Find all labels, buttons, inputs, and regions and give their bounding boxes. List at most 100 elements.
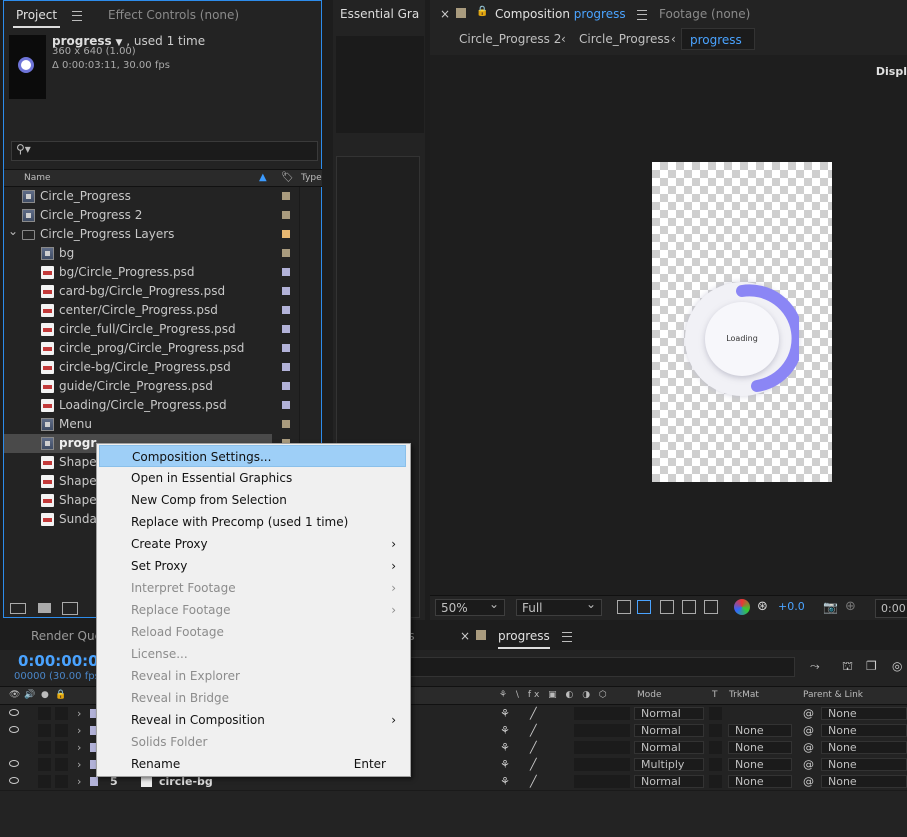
lock-switch[interactable] xyxy=(55,758,68,771)
menu-item-reveal-in-bridge[interactable]: Reveal in Bridge xyxy=(99,687,406,709)
menu-item-rename[interactable]: Rename Enter xyxy=(99,753,406,775)
twirl-chevron-icon[interactable]: › xyxy=(77,756,81,773)
twirl-chevron-icon[interactable]: › xyxy=(77,739,81,756)
transparency-canvas[interactable]: Loading xyxy=(652,162,832,482)
label-color-swatch[interactable] xyxy=(282,325,290,333)
new-composition-icon[interactable] xyxy=(62,602,78,615)
layer-parent-dropdown[interactable]: None xyxy=(821,724,907,737)
menu-item-set-proxy[interactable]: Set Proxy › xyxy=(99,555,406,577)
shy-switch-icon[interactable]: ⚘ xyxy=(500,705,510,722)
menu-item-open-in-essential-graphics[interactable]: Open in Essential Graphics xyxy=(99,467,406,489)
pick-whip-icon[interactable]: @ xyxy=(803,722,814,739)
menu-item-replace-footage[interactable]: Replace Footage › xyxy=(99,599,406,621)
label-tag-icon[interactable]: 🏷 xyxy=(281,170,294,186)
new-folder-icon[interactable] xyxy=(38,603,51,613)
menu-item-interpret-footage[interactable]: Interpret Footage › xyxy=(99,577,406,599)
panel-menu-icon[interactable] xyxy=(71,10,82,21)
label-color-swatch[interactable] xyxy=(282,382,290,390)
pick-whip-icon[interactable]: @ xyxy=(803,756,814,773)
lock-switch[interactable] xyxy=(55,724,68,737)
twirl-chevron-icon[interactable]: › xyxy=(77,705,81,722)
project-item[interactable]: circle-bg/Circle_Progress.psd xyxy=(4,358,304,377)
comp-flowchart-icon[interactable]: ⤳ xyxy=(810,659,820,674)
quality-switch-icon[interactable]: ╱ xyxy=(530,722,537,739)
shy-switch-icon[interactable]: ⚘ xyxy=(500,722,510,739)
quality-switch-icon[interactable]: ╱ xyxy=(530,756,537,773)
project-item[interactable]: circle_prog/Circle_Progress.psd xyxy=(4,339,304,358)
visibility-eye-icon[interactable] xyxy=(9,777,19,784)
layer-mode-dropdown[interactable]: Normal xyxy=(634,775,704,788)
sort-ascending-icon[interactable]: ▲ xyxy=(259,170,267,186)
layer-mode-dropdown[interactable]: Normal xyxy=(634,741,704,754)
layer-trkmat-dropdown[interactable]: None xyxy=(728,724,792,737)
menu-item-reveal-in-composition[interactable]: Reveal in Composition › xyxy=(99,709,406,731)
close-icon[interactable]: × xyxy=(440,0,450,28)
solo-switch[interactable] xyxy=(38,775,51,788)
tab-project[interactable]: Project xyxy=(13,1,82,28)
layer-trkmat-dropdown[interactable]: None xyxy=(728,775,792,788)
label-color-swatch[interactable] xyxy=(282,230,290,238)
shy-switch-icon[interactable]: ⚘ xyxy=(500,773,510,790)
interpret-footage-icon[interactable] xyxy=(10,603,26,614)
pick-whip-icon[interactable]: @ xyxy=(803,705,814,722)
layer-parent-dropdown[interactable]: None xyxy=(821,707,907,720)
region-of-interest-icon[interactable] xyxy=(682,600,696,614)
label-color-swatch[interactable] xyxy=(282,249,290,257)
label-color-swatch[interactable] xyxy=(282,306,290,314)
menu-item-license[interactable]: License... xyxy=(99,643,406,665)
tab-footage[interactable]: Footage (none) xyxy=(659,0,750,28)
menu-item-composition-settings[interactable]: Composition Settings... xyxy=(99,445,406,467)
tab-effect-controls[interactable]: Effect Controls (none) xyxy=(108,1,239,27)
lock-switch[interactable] xyxy=(55,775,68,788)
column-name[interactable]: Name xyxy=(24,170,51,186)
label-color-swatch[interactable] xyxy=(282,192,290,200)
solo-switch[interactable] xyxy=(38,741,51,754)
layer-label-swatch[interactable] xyxy=(90,777,98,786)
pick-whip-icon[interactable]: @ xyxy=(803,739,814,756)
layer-parent-dropdown[interactable]: None xyxy=(821,758,907,771)
twirl-chevron-icon[interactable]: › xyxy=(77,722,81,739)
timeline-close-icon[interactable]: × xyxy=(460,622,470,650)
pick-whip-icon[interactable]: @ xyxy=(803,773,814,790)
layer-mode-dropdown[interactable]: Normal xyxy=(634,724,704,737)
project-item[interactable]: circle_full/Circle_Progress.psd xyxy=(4,320,304,339)
composition-viewer[interactable]: Displ Loading xyxy=(430,55,907,595)
frame-blending-icon[interactable]: ❐ xyxy=(866,659,877,673)
project-item[interactable]: Loading/Circle_Progress.psd xyxy=(4,396,304,415)
layer-trkmat-dropdown[interactable]: None xyxy=(728,741,792,754)
label-color-swatch[interactable] xyxy=(282,344,290,352)
menu-item-create-proxy[interactable]: Create Proxy › xyxy=(99,533,406,555)
lock-switch[interactable] xyxy=(55,741,68,754)
breadcrumb-circle-progress[interactable]: Circle_Progress xyxy=(579,28,670,50)
menu-item-solids-folder[interactable]: Solids Folder xyxy=(99,731,406,753)
draft-3d-icon[interactable]: ⛫ xyxy=(842,659,853,675)
label-color-swatch[interactable] xyxy=(282,268,290,276)
mask-visibility-icon[interactable] xyxy=(660,600,674,614)
project-item[interactable]: guide/Circle_Progress.psd xyxy=(4,377,304,396)
menu-item-reload-footage[interactable]: Reload Footage xyxy=(99,621,406,643)
quality-switch-icon[interactable]: ╱ xyxy=(530,773,537,790)
layer-parent-dropdown[interactable]: None xyxy=(821,741,907,754)
tab-timeline-progress[interactable]: progress xyxy=(498,622,572,650)
preserve-transparency-box[interactable] xyxy=(709,758,722,771)
label-color-swatch[interactable] xyxy=(282,420,290,428)
breadcrumb-progress[interactable]: progress xyxy=(681,28,755,50)
project-item[interactable]: bg xyxy=(4,244,304,263)
timeline-search-input[interactable] xyxy=(409,657,795,677)
zoom-dropdown[interactable]: 50% xyxy=(435,596,505,616)
menu-item-replace-with-precomp-used-1-time[interactable]: Replace with Precomp (used 1 time) xyxy=(99,511,406,533)
breadcrumb-circle-progress-2[interactable]: Circle_Progress 2 xyxy=(459,28,561,50)
visibility-eye-icon[interactable] xyxy=(9,709,19,716)
solo-switch[interactable] xyxy=(38,707,51,720)
project-item[interactable]: ⌄ Circle_Progress Layers xyxy=(4,224,304,244)
project-item[interactable]: center/Circle_Progress.psd xyxy=(4,301,304,320)
transparency-grid-icon[interactable] xyxy=(637,600,651,614)
menu-item-new-comp-from-selection[interactable]: New Comp from Selection xyxy=(99,489,406,511)
label-color-swatch[interactable] xyxy=(282,363,290,371)
exposure-value[interactable]: +0.0 xyxy=(778,600,805,613)
shy-switch-icon[interactable]: ⚘ xyxy=(500,739,510,756)
label-color-swatch[interactable] xyxy=(282,401,290,409)
project-item[interactable]: Menu xyxy=(4,415,304,434)
timeline-menu-icon[interactable] xyxy=(561,631,572,642)
comp-panel-menu-icon[interactable] xyxy=(637,9,648,20)
